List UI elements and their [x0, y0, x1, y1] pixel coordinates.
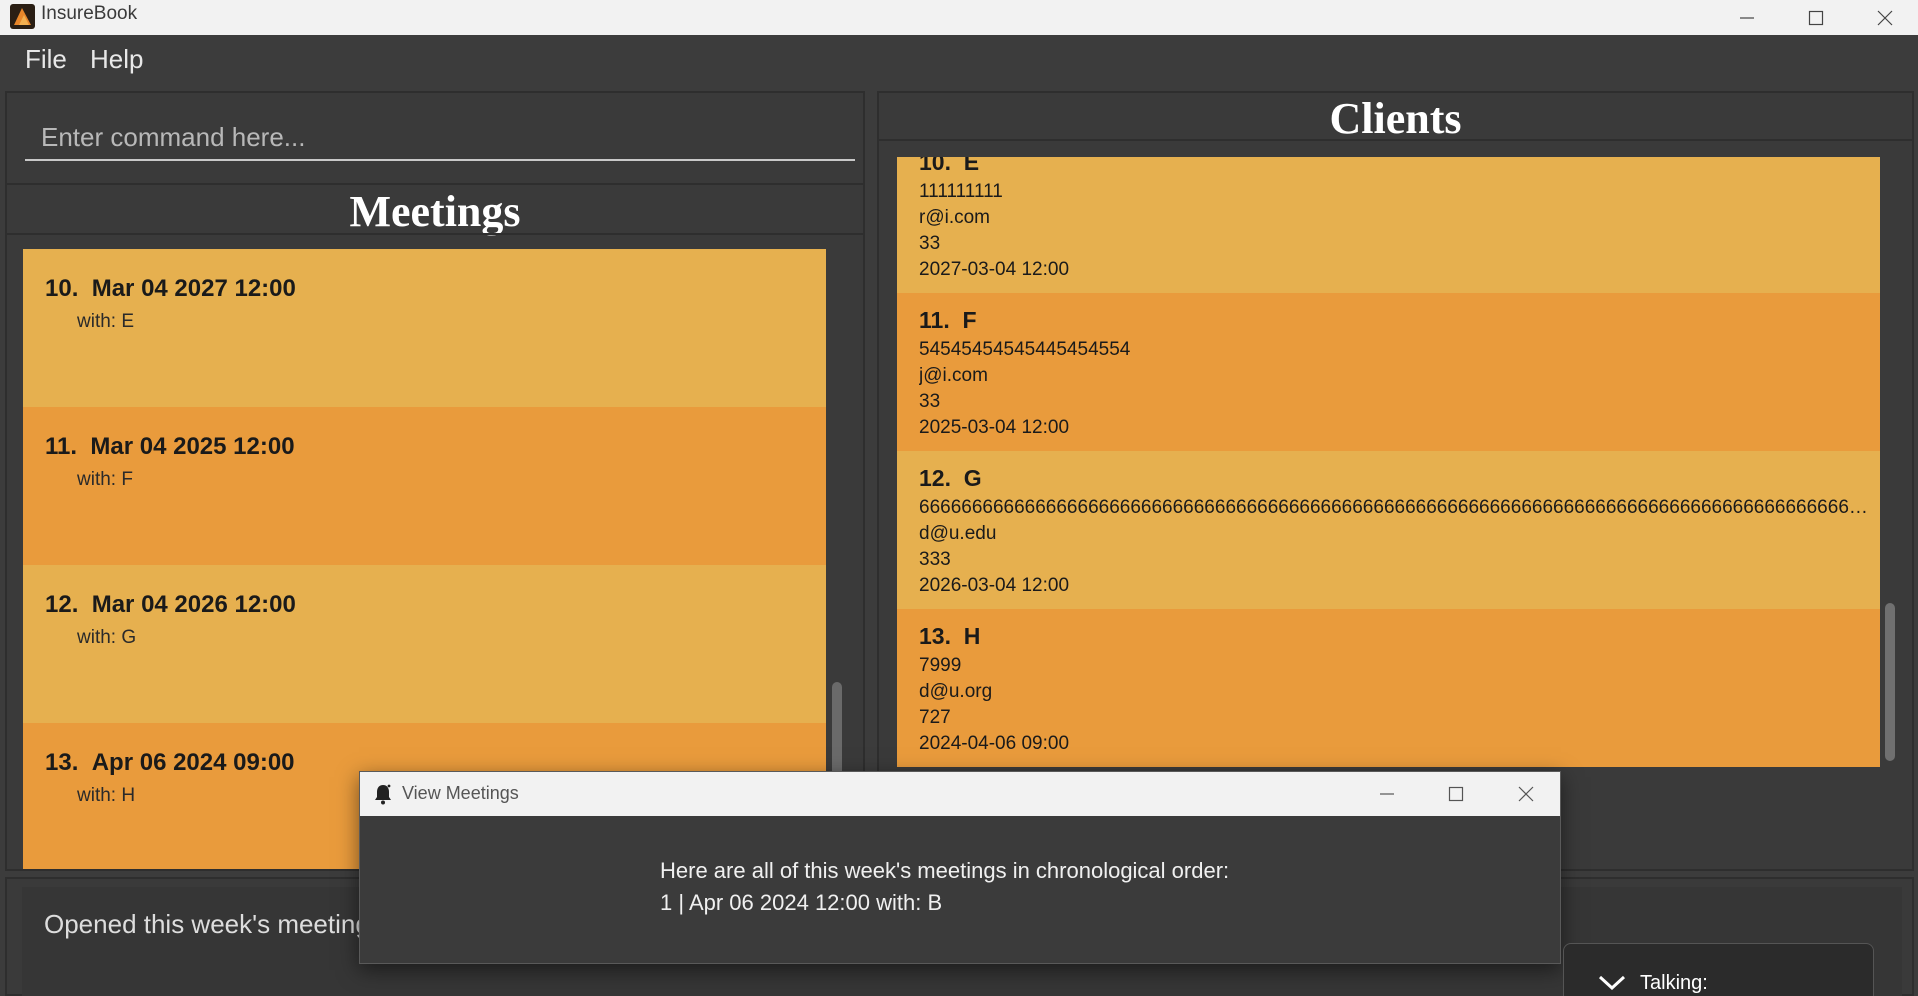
client-email: d@u.org	[919, 681, 993, 702]
meeting-with: with: G	[77, 627, 137, 648]
maximize-button[interactable]	[1781, 0, 1851, 35]
client-phone: 7999	[919, 655, 962, 676]
insurebook-logo-icon	[10, 4, 35, 29]
result-text: Opened this week's meetings	[44, 909, 383, 939]
clients-list[interactable]: 10. E 111111111 r@i.com 33 2027-03-04 12…	[897, 157, 1880, 768]
view-meetings-dialog: View Meetings Here are all of this week'…	[359, 771, 1561, 964]
divider	[7, 233, 863, 235]
left-pane: Meetings 10. Mar 04 2027 12:00 with: E 1…	[5, 91, 865, 872]
meeting-datetime: Mar 04 2025 12:00	[90, 433, 295, 460]
client-name: E	[963, 157, 980, 175]
client-card[interactable]: 10. E 111111111 r@i.com 33 2027-03-04 12…	[897, 157, 1880, 293]
maximize-icon	[1448, 786, 1464, 802]
dialog-maximize-button[interactable]	[1421, 776, 1491, 812]
right-pane: Clients 10. E 111111111 r@i.com 33 2027-…	[877, 91, 1914, 871]
client-age: 33	[919, 233, 941, 254]
meeting-index: 12.	[45, 591, 79, 618]
maximize-icon	[1808, 10, 1824, 25]
client-meeting: 2027-03-04 12:00	[919, 259, 1070, 280]
dialog-message: Here are all of this week's meetings in …	[660, 858, 1230, 883]
meeting-with: with: F	[77, 469, 133, 490]
client-card[interactable]: 11. F 54545454545445454554 j@i.com 33 20…	[897, 293, 1880, 451]
client-title: 11. F	[919, 307, 977, 334]
client-title: 10. E	[919, 157, 979, 176]
menu-file[interactable]: File	[25, 44, 67, 75]
menu-help[interactable]: Help	[90, 44, 143, 75]
window-title: InsureBook	[41, 3, 138, 24]
meeting-title: 11. Mar 04 2025 12:00	[45, 433, 295, 461]
command-input[interactable]	[25, 115, 855, 161]
client-age: 333	[919, 549, 951, 570]
client-phone: 111111111	[919, 181, 1003, 202]
client-email: j@i.com	[919, 365, 988, 386]
talking-widget[interactable]: Talking:	[1563, 943, 1874, 996]
bell-icon	[375, 784, 391, 805]
client-name: G	[963, 465, 982, 491]
meeting-index: 13.	[45, 749, 79, 776]
meeting-index: 10.	[45, 275, 79, 302]
talking-label: Talking:	[1640, 972, 1708, 994]
meeting-index: 11.	[45, 433, 78, 460]
client-meeting: 2026-03-04 12:00	[919, 575, 1070, 596]
divider	[7, 183, 863, 185]
client-meeting: 2024-04-06 09:00	[919, 733, 1070, 754]
minimize-icon	[1740, 16, 1754, 19]
client-name: F	[962, 307, 977, 333]
client-card[interactable]: 12. G 6666666666666666666666666666666666…	[897, 451, 1880, 609]
dialog-title: View Meetings	[402, 783, 519, 803]
divider	[879, 139, 1912, 141]
window-titlebar: InsureBook	[0, 0, 1918, 35]
client-name: H	[963, 623, 981, 649]
meetings-heading: Meetings	[349, 187, 521, 236]
client-index: 12.	[919, 465, 951, 491]
dialog-close-button[interactable]	[1491, 776, 1561, 812]
client-age: 33	[919, 391, 941, 412]
minimize-icon	[1380, 793, 1394, 795]
client-title: 13. H	[919, 623, 980, 650]
meeting-datetime: Apr 06 2024 09:00	[91, 749, 295, 776]
meeting-datetime: Mar 04 2026 12:00	[91, 591, 296, 618]
dialog-titlebar: View Meetings	[360, 772, 1560, 816]
meeting-card[interactable]: 12. Mar 04 2026 12:00 with: G	[23, 565, 826, 723]
clients-scrollbar[interactable]	[1885, 603, 1895, 761]
clients-heading: Clients	[1329, 94, 1462, 143]
meeting-card[interactable]: 10. Mar 04 2027 12:00 with: E	[23, 249, 826, 407]
meeting-with: with: E	[77, 311, 135, 332]
meeting-with: with: H	[77, 785, 136, 806]
close-button[interactable]	[1850, 0, 1918, 35]
client-meeting: 2025-03-04 12:00	[919, 417, 1070, 438]
client-email: d@u.edu	[919, 523, 997, 544]
client-age: 727	[919, 707, 951, 728]
client-index: 11.	[919, 307, 950, 333]
client-card[interactable]: 13. H 7999 d@u.org 727 2024-04-06 09:00	[897, 609, 1880, 767]
chevron-down-icon	[1598, 975, 1626, 990]
close-icon	[1877, 10, 1893, 25]
meeting-title: 10. Mar 04 2027 12:00	[45, 275, 296, 303]
client-phone: 6666666666666666666666666666666666666666…	[919, 497, 1869, 518]
meeting-datetime: Mar 04 2027 12:00	[91, 275, 296, 302]
meeting-title: 13. Apr 06 2024 09:00	[45, 749, 295, 777]
client-index: 10.	[919, 157, 951, 175]
menu-bar: File Help	[0, 35, 1918, 87]
dialog-meeting-line: 1 | Apr 06 2024 12:00 with: B	[660, 890, 943, 915]
client-index: 13.	[919, 623, 951, 649]
minimize-button[interactable]	[1712, 0, 1782, 35]
client-title: 12. G	[919, 465, 982, 492]
client-phone: 54545454545445454554	[919, 339, 1131, 360]
meeting-title: 12. Mar 04 2026 12:00	[45, 591, 296, 619]
meeting-card[interactable]: 11. Mar 04 2025 12:00 with: F	[23, 407, 826, 565]
client-email: r@i.com	[919, 207, 991, 228]
close-icon	[1518, 786, 1534, 802]
dialog-minimize-button[interactable]	[1352, 776, 1422, 812]
